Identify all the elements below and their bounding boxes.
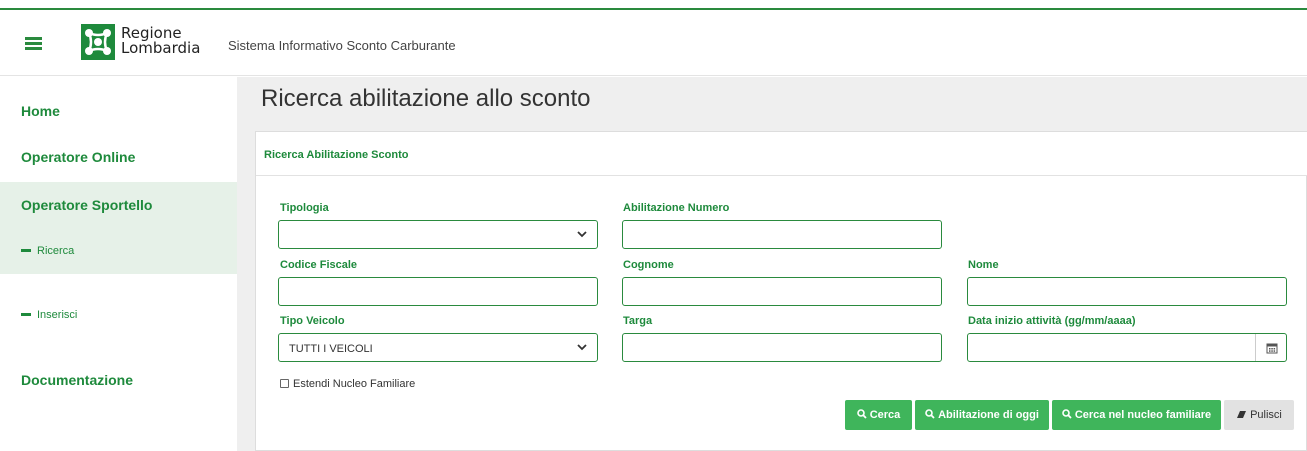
sidebar-subitem-label: Inserisci — [37, 309, 78, 321]
sidebar-item-operatore-online[interactable]: Operatore Online — [0, 149, 237, 169]
tipologia-select[interactable] — [278, 220, 598, 249]
rosa-camuna-icon — [81, 24, 115, 60]
page-title: Ricerca abilitazione allo sconto — [261, 85, 591, 112]
app-header: Regione Lombardia Sistema Informativo Sc… — [0, 10, 1307, 76]
cerca-button[interactable]: Cerca — [845, 400, 912, 430]
calendar-icon[interactable] — [1266, 342, 1278, 354]
estendi-nucleo-label: Estendi Nucleo Familiare — [293, 378, 416, 390]
sidebar-item-home[interactable]: Home — [0, 103, 237, 123]
eraser-icon — [1237, 410, 1247, 418]
sidebar-item-operatore-sportello[interactable]: Operatore Sportello — [0, 197, 237, 217]
sidebar-active-section — [0, 182, 237, 274]
targa-input[interactable] — [622, 333, 942, 362]
search-panel: Ricerca Abilitazione Sconto Tipologia Ab… — [255, 131, 1307, 451]
hamburger-icon[interactable] — [25, 37, 42, 50]
sidebar-subitem-inserisci[interactable]: Inserisci — [21, 309, 77, 321]
codice-fiscale-label: Codice Fiscale — [280, 259, 358, 271]
dash-icon — [21, 312, 31, 316]
input-divider — [1255, 334, 1256, 361]
estendi-nucleo-checkbox[interactable] — [280, 378, 289, 388]
search-icon — [856, 409, 867, 419]
main-content: Ricerca abilitazione allo sconto Ricerca… — [237, 77, 1307, 451]
cerca-nucleo-button[interactable]: Cerca nel nucleo familiare — [1052, 400, 1221, 430]
sidebar-item-label: Documentazione — [21, 372, 134, 388]
search-icon — [925, 409, 935, 419]
codice-fiscale-input[interactable] — [278, 277, 598, 306]
tipologia-label: Tipologia — [280, 202, 329, 214]
sidebar-item-documentazione[interactable]: Documentazione — [0, 372, 237, 392]
data-inizio-label: Data inizio attività (gg/mm/aaaa) — [968, 315, 1136, 327]
estendi-nucleo-row: Estendi Nucleo Familiare — [280, 378, 415, 390]
data-inizio-input[interactable] — [967, 333, 1287, 362]
chevron-down-icon — [577, 344, 587, 351]
search-icon — [1062, 409, 1072, 419]
sidebar-item-label: Operatore Sportello — [21, 197, 153, 213]
sidebar-subitem-label: Ricerca — [37, 245, 75, 257]
pulisci-button[interactable]: Pulisci — [1224, 400, 1294, 430]
sidebar-subitem-ricerca[interactable]: Ricerca — [21, 245, 74, 257]
abilitazione-numero-label: Abilitazione Numero — [623, 202, 730, 214]
cognome-input[interactable] — [622, 277, 942, 306]
abilitazione-numero-input[interactable] — [622, 220, 942, 249]
abilitazione-oggi-button[interactable]: Abilitazione di oggi — [915, 400, 1049, 430]
targa-label: Targa — [623, 315, 653, 327]
panel-title: Ricerca Abilitazione Sconto — [264, 149, 409, 161]
sidebar-item-label: Home — [21, 103, 60, 119]
panel-header: Ricerca Abilitazione Sconto — [256, 132, 1307, 176]
chevron-down-icon — [577, 231, 587, 238]
sidebar: Home Operatore Online Operatore Sportell… — [0, 77, 237, 451]
logo-text: Regione Lombardia — [121, 24, 201, 57]
tipo-veicolo-select[interactable]: TUTTI I VEICOLI — [278, 333, 598, 362]
nome-input[interactable] — [967, 277, 1287, 306]
tipo-veicolo-value: TUTTI I VEICOLI — [289, 343, 373, 355]
regione-lombardia-logo[interactable]: Regione Lombardia — [81, 24, 207, 60]
app-title: Sistema Informativo Sconto Carburante — [228, 38, 456, 53]
tipo-veicolo-label: Tipo Veicolo — [280, 315, 345, 327]
nome-label: Nome — [968, 259, 999, 271]
sidebar-item-label: Operatore Online — [21, 149, 136, 165]
cognome-label: Cognome — [623, 259, 674, 271]
dash-icon — [21, 248, 31, 252]
